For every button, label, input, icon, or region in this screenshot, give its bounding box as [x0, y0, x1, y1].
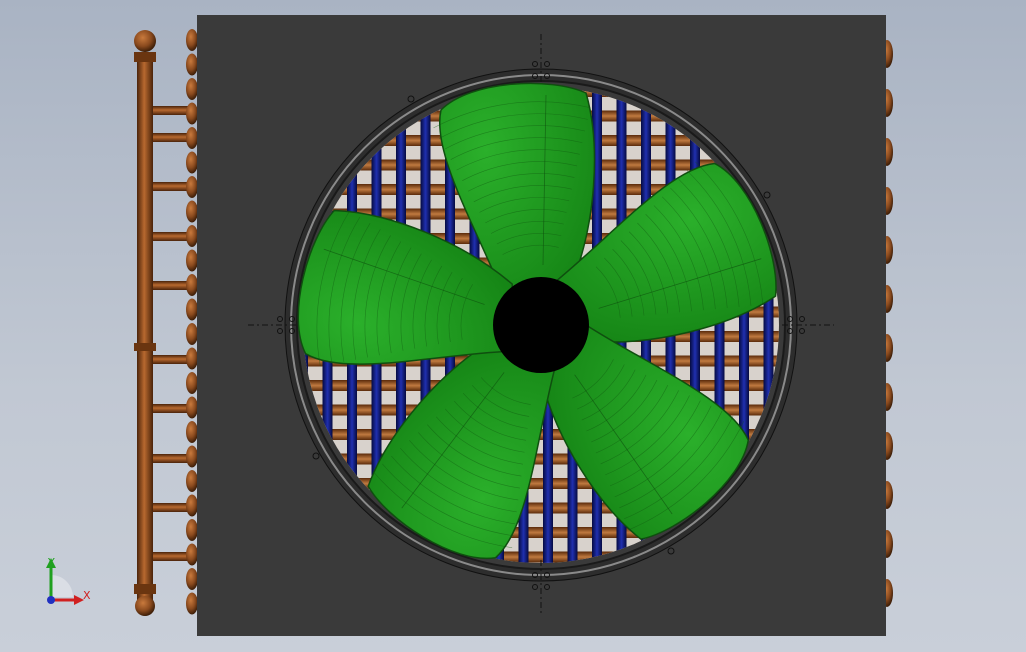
coil-bend [186, 151, 198, 174]
triad-origin [47, 596, 55, 604]
coil-bend [186, 445, 198, 468]
coil-bend [186, 29, 198, 51]
header-collar-bottom [134, 584, 156, 594]
coil-bend [186, 372, 198, 394]
triad-plane [51, 575, 73, 597]
coil-bend [186, 543, 198, 566]
header-collar-top [134, 52, 156, 62]
coil-bend [186, 176, 198, 198]
coil-bend [186, 396, 198, 419]
coil-bend [186, 225, 198, 247]
header-cap-bottom [135, 596, 155, 616]
left-header-assembly [134, 29, 198, 616]
coil-bend [186, 470, 198, 492]
header-cap-top [134, 30, 156, 52]
coil-bend [186, 347, 198, 370]
coil-bend [186, 274, 198, 296]
fan-hub [493, 277, 589, 373]
coil-bend [186, 200, 198, 223]
triad-y-label: Y [47, 556, 55, 569]
coil-bend [186, 519, 198, 541]
coil-bend [186, 323, 198, 345]
coil-bend [186, 78, 198, 100]
header-collar-mid [134, 343, 156, 351]
coil-bend [186, 494, 198, 517]
coordinate-triad: Y X [46, 556, 91, 605]
coil-bend [186, 249, 198, 272]
header-pipe [137, 52, 153, 602]
coil-bend [186, 127, 198, 149]
coil-bend [186, 298, 198, 321]
coil-bend [186, 421, 198, 443]
coil-bend [186, 592, 198, 615]
coil-bends-left [186, 29, 198, 615]
coil-bend [186, 568, 198, 590]
coil-bend [186, 102, 198, 125]
cad-viewport[interactable]: Y X [0, 0, 1026, 652]
coil-bend [186, 53, 198, 76]
triad-x-label: X [83, 589, 91, 602]
